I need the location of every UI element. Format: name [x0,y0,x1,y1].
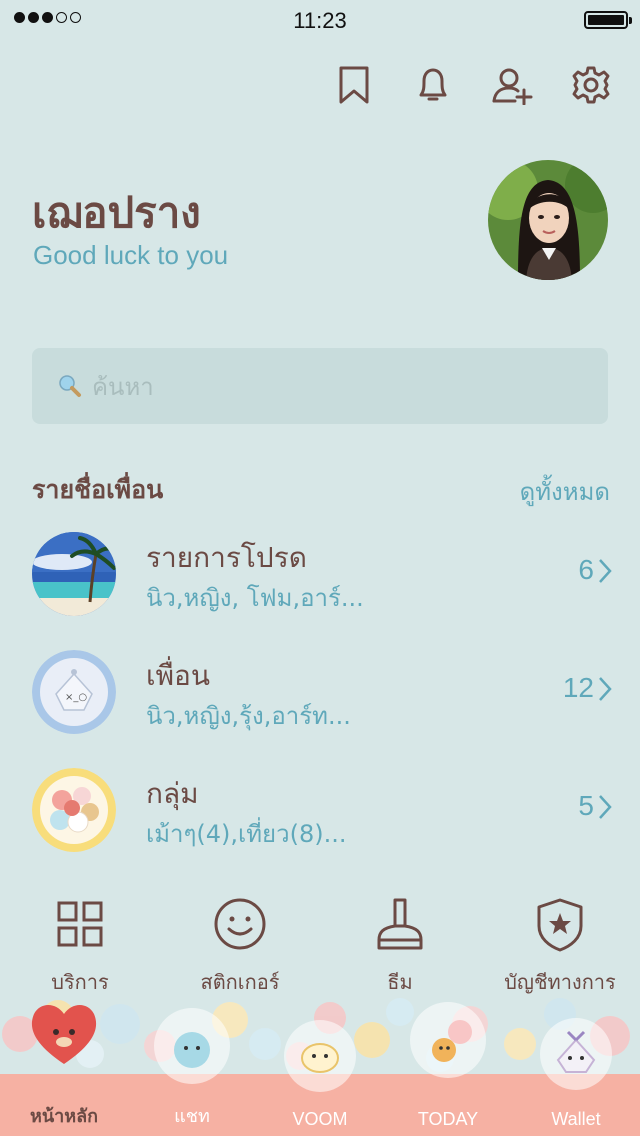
friend-group-count: 6 [578,554,594,585]
friend-group-title: เพื่อน [146,659,210,692]
chevron-right-icon [599,559,612,583]
services-row: บริการ สติกเกอร์ ธีม บัญชีทางการ [0,894,640,994]
shield-star-icon [530,894,590,954]
heart-character-icon [31,1005,97,1064]
avatar[interactable] [488,160,608,280]
friend-group-title: รายการโปรด [146,541,307,574]
friends-section-title: รายชื่อเพื่อน [32,475,164,504]
tab-today[interactable]: TODAY [384,986,512,1136]
settings-icon[interactable] [570,64,612,106]
friend-group-count: 5 [578,790,594,821]
search-bar[interactable] [32,348,608,424]
friend-group-count: 12 [562,672,594,703]
tab-voom[interactable]: VOOM [256,986,384,1136]
bottom-tab-bar: หน้าหลัก แชท VOOM TODAY Wallet [0,1002,640,1136]
profile-name[interactable]: เฌอปราง [32,180,201,246]
tab-home[interactable]: หน้าหลัก [0,986,128,1136]
tab-label: หน้าหลัก [29,1106,99,1126]
bell-icon[interactable] [412,64,454,106]
friend-group-favorites[interactable]: รายการโปรด นิว,หญิง, โฟม,อาร์... 6 [0,532,640,632]
services-button[interactable]: บริการ [0,894,160,998]
friend-group-subtitle: นิว,หญิง,รุ้ง,อาร์ท... [146,702,351,730]
tab-wallet[interactable]: Wallet [512,986,640,1136]
official-accounts-button[interactable]: บัญชีทางการ [480,894,640,998]
friend-group-groups[interactable]: กลุ่ม เม้าๆ(4),เที่ยว(8)... 5 [0,768,640,868]
character-thumbnail-image: ×_○ [32,650,116,734]
grid-icon [50,894,110,954]
characters-group-thumbnail-image [32,768,116,852]
svg-text:×_○: ×_○ [65,692,87,703]
chevron-right-icon [599,677,612,701]
tab-label: VOOM [292,1109,348,1129]
friend-group-friends[interactable]: ×_○ เพื่อน นิว,หญิง,รุ้ง,อาร์ท... 12 [0,650,640,750]
brush-icon [370,894,430,954]
status-bar: 11:23 [0,0,640,40]
tab-label: Wallet [551,1109,601,1129]
search-input[interactable] [90,368,574,406]
tab-label: TODAY [417,1109,479,1129]
chat-character-icon [154,1008,230,1084]
battery-icon [584,11,632,29]
friend-group-subtitle: นิว,หญิง, โฟม,อาร์... [146,584,364,612]
wallet-character-icon [540,1018,612,1090]
beach-thumbnail-image [32,532,116,616]
status-time: 11:23 [293,8,347,33]
tab-chat[interactable]: แชท [128,986,256,1136]
chevron-right-icon [599,795,612,819]
profile-status-message[interactable]: Good luck to you [33,240,228,271]
friend-group-title: กลุ่ม [146,777,199,810]
see-all-link[interactable]: ดูทั้งหมด [520,472,610,511]
bookmark-icon[interactable] [333,64,375,106]
tab-label: แชท [174,1106,210,1126]
voom-character-icon [284,1020,356,1092]
themes-button[interactable]: ธีม [320,894,480,998]
header-actions [333,64,612,106]
smiley-icon [210,894,270,954]
stickers-button[interactable]: สติกเกอร์ [160,894,320,998]
search-icon [59,375,81,397]
friend-group-subtitle: เม้าๆ(4),เที่ยว(8)... [146,820,347,848]
add-friend-icon[interactable] [491,64,533,106]
today-character-icon [410,1002,486,1078]
